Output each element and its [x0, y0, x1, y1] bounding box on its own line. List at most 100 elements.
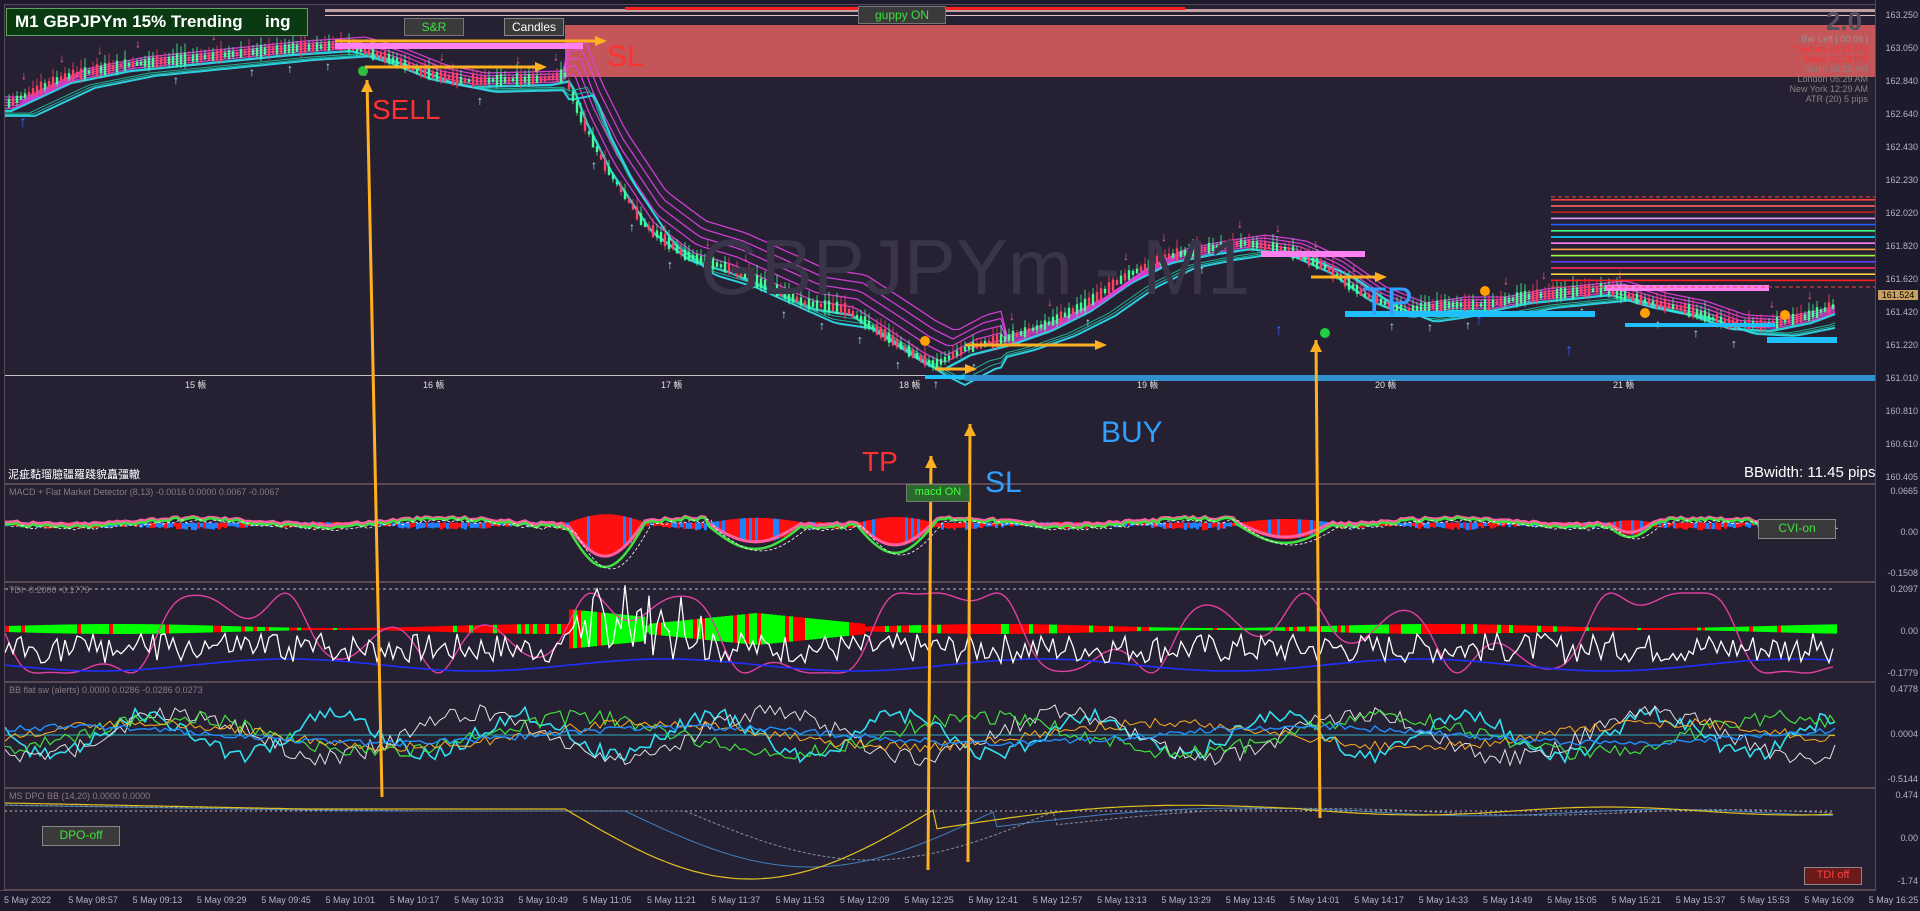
macd-histogram-bar	[689, 523, 692, 529]
macd-histogram-bar	[1445, 523, 1448, 529]
fractal-down-arrow: ↓	[135, 37, 141, 51]
bbflat-tick: -0.5144	[1887, 774, 1918, 784]
time-tick: 5 May 16:09	[1804, 895, 1854, 905]
macd-histogram-bar	[158, 523, 161, 528]
tdi-histogram-bar	[229, 626, 233, 632]
tdi-histogram-bar	[1581, 626, 1585, 632]
candle-body	[463, 79, 467, 83]
macd-histogram-bar	[755, 517, 758, 544]
bbflat-pane[interactable]: BB flat sw (alerts) 0.0000 0.0286 -0.028…	[4, 682, 1876, 788]
tdi-histogram-bar	[1649, 627, 1653, 631]
candle-body	[927, 359, 931, 365]
fractal-down-arrow: ↓	[439, 50, 445, 64]
macd-histogram-bar	[428, 523, 431, 528]
macd-histogram-bar	[587, 516, 590, 549]
candle-body	[1643, 298, 1647, 304]
candle-body	[431, 71, 435, 79]
tdi-histogram-bar	[501, 624, 505, 634]
top-level-line	[325, 15, 1875, 16]
macd-histogram-bar	[971, 523, 974, 529]
macd-histogram-bar	[179, 523, 182, 530]
macd-histogram-bar	[215, 523, 218, 529]
guppy-button[interactable]: guppy ON	[858, 6, 946, 24]
tdi-histogram-bar	[329, 627, 333, 631]
macd-histogram-bar	[218, 523, 221, 530]
candle-body	[1775, 316, 1779, 329]
tdi-histogram-bar	[361, 627, 365, 631]
macd-histogram-bar	[1748, 523, 1751, 528]
tdi-histogram-bar	[281, 627, 285, 631]
candle-body	[1495, 300, 1499, 305]
tdi-rsi-line	[5, 592, 1834, 674]
macd-histogram-bar	[1187, 523, 1190, 528]
candle-body	[115, 60, 119, 73]
candle-body	[667, 236, 671, 250]
tdi-histogram-bar	[909, 625, 913, 633]
macd-histogram-bar	[1169, 523, 1172, 529]
candle-body	[583, 119, 587, 131]
tdi-button[interactable]: TDI off	[1804, 867, 1862, 885]
day-label: 19 帳	[1137, 379, 1159, 390]
macd-histogram-bar	[224, 523, 227, 529]
dpo-pane[interactable]: MS DPO BB (14,20) 0.0000 0.0000	[4, 788, 1876, 890]
tdi-histogram-bar	[1045, 624, 1049, 634]
candle-body	[291, 43, 295, 54]
macd-histogram-bar	[443, 523, 446, 528]
macd-button[interactable]: macd ON	[906, 484, 970, 502]
candles-button[interactable]: Candles	[504, 18, 564, 36]
candle-body	[223, 52, 227, 58]
candle-body	[391, 57, 395, 63]
candle-body	[303, 41, 307, 54]
macd-histogram-bar	[398, 523, 401, 528]
level-line	[1625, 323, 1775, 327]
candle-body	[1699, 311, 1703, 319]
candle-body	[651, 224, 655, 238]
time-axis[interactable]: 5 May 2022 5 May 08:57 5 May 09:13 5 May 09…	[0, 890, 1918, 911]
sr-button[interactable]: S&R	[404, 18, 464, 36]
fractal-up-arrow: ↑	[287, 62, 293, 76]
time-tick: 5 May 12:41	[968, 895, 1019, 905]
time-tick: 5 May 14:33	[1418, 895, 1469, 905]
candle-body	[1623, 290, 1627, 300]
tdi-histogram-bar	[893, 625, 897, 633]
tdi-chart	[5, 585, 1837, 674]
macd-histogram-bar	[1175, 523, 1178, 529]
candle-body	[663, 233, 667, 247]
price-axis[interactable]: 163.250 163.050 162.840 162.640 162.430 162.2…	[1875, 0, 1920, 910]
tdi-pane[interactable]: TDI -0.2000 -0.1779	[4, 582, 1876, 682]
price-tick: 163.050	[1885, 43, 1918, 53]
macd-histogram-bar	[1172, 523, 1175, 529]
tdi-histogram-bar	[1469, 624, 1473, 634]
tdi-histogram-bar	[49, 624, 53, 634]
pivot-band-line	[1551, 236, 1875, 238]
candle-body	[1687, 304, 1691, 317]
tdi-histogram-bar	[1193, 627, 1197, 631]
tdi-histogram-bar	[1457, 624, 1461, 634]
macd-histogram-bar	[167, 523, 170, 528]
macd-histogram-bar	[155, 523, 158, 527]
candle-body	[59, 76, 63, 82]
dpo-button[interactable]: DPO-off	[42, 826, 120, 846]
time-tick: 5 May 13:29	[1161, 895, 1211, 905]
macd-histogram-bar	[404, 523, 407, 528]
tdi-histogram-bar	[1769, 625, 1773, 633]
candle-body	[1019, 331, 1023, 336]
candle-body	[587, 131, 591, 135]
tdi-histogram-bar	[769, 614, 773, 644]
time-tick: 5 May 08:57	[68, 895, 118, 905]
macd-histogram-bar	[401, 523, 404, 529]
macd-histogram-bar	[1745, 523, 1748, 527]
candle-body	[1027, 328, 1031, 334]
candle-body	[867, 320, 871, 329]
tdi-histogram-bar	[237, 626, 241, 632]
tdi-histogram-bar	[593, 611, 597, 647]
tdi-histogram-bar	[133, 624, 137, 634]
candle-body	[559, 69, 563, 83]
candle-body	[1487, 298, 1491, 310]
cvi-button[interactable]: CVI-on	[1758, 519, 1836, 539]
candle-body	[567, 81, 571, 90]
fractal-up-arrow: ↑	[325, 59, 331, 73]
macd-histogram-bar	[1190, 523, 1193, 529]
candle-body	[507, 77, 511, 83]
candle-body	[931, 360, 935, 368]
